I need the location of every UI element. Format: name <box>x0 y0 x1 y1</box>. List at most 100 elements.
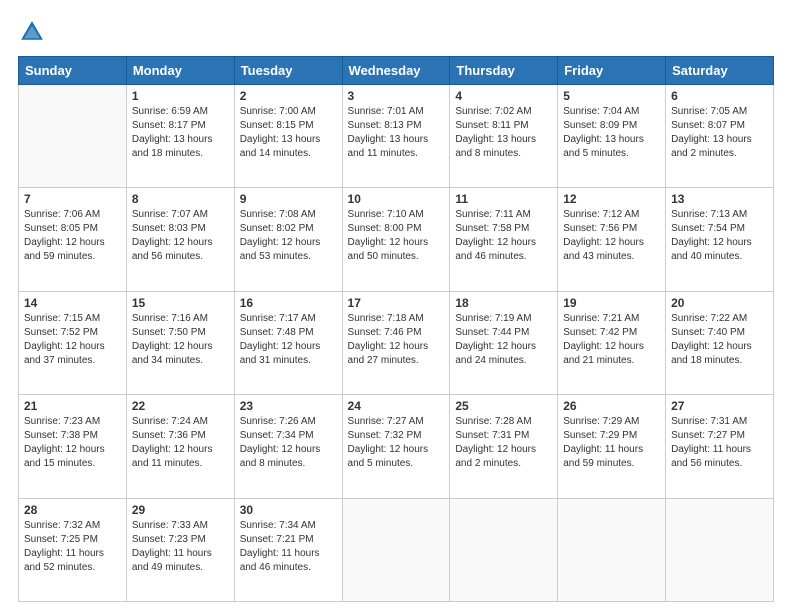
day-number: 14 <box>24 296 121 310</box>
calendar-header-friday: Friday <box>558 57 666 85</box>
calendar-week-5: 28 Sunrise: 7:32 AM Sunset: 7:25 PM Dayli… <box>19 498 774 601</box>
day-number: 6 <box>671 89 768 103</box>
day-number: 12 <box>563 192 660 206</box>
day-number: 25 <box>455 399 552 413</box>
calendar-cell: 11 Sunrise: 7:11 AM Sunset: 7:58 PM Dayli… <box>450 188 558 291</box>
calendar-header-monday: Monday <box>126 57 234 85</box>
day-number: 3 <box>348 89 445 103</box>
day-info: Sunrise: 7:26 AM Sunset: 7:34 PM Dayligh… <box>240 415 337 471</box>
calendar-cell <box>19 85 127 188</box>
day-info: Sunrise: 7:15 AM Sunset: 7:52 PM Dayligh… <box>24 312 121 368</box>
day-info: Sunrise: 7:17 AM Sunset: 7:48 PM Dayligh… <box>240 312 337 368</box>
day-info: Sunrise: 7:10 AM Sunset: 8:00 PM Dayligh… <box>348 208 445 264</box>
calendar-cell: 4 Sunrise: 7:02 AM Sunset: 8:11 PM Daylig… <box>450 85 558 188</box>
day-info: Sunrise: 7:04 AM Sunset: 8:09 PM Dayligh… <box>563 105 660 161</box>
day-info: Sunrise: 7:24 AM Sunset: 7:36 PM Dayligh… <box>132 415 229 471</box>
calendar-header-sunday: Sunday <box>19 57 127 85</box>
logo-icon <box>18 18 46 46</box>
calendar-header-tuesday: Tuesday <box>234 57 342 85</box>
day-number: 19 <box>563 296 660 310</box>
day-info: Sunrise: 7:07 AM Sunset: 8:03 PM Dayligh… <box>132 208 229 264</box>
calendar-header-saturday: Saturday <box>666 57 774 85</box>
day-info: Sunrise: 7:33 AM Sunset: 7:23 PM Dayligh… <box>132 519 229 575</box>
calendar-cell: 16 Sunrise: 7:17 AM Sunset: 7:48 PM Dayli… <box>234 291 342 394</box>
calendar-cell <box>450 498 558 601</box>
calendar-week-1: 1 Sunrise: 6:59 AM Sunset: 8:17 PM Daylig… <box>19 85 774 188</box>
day-info: Sunrise: 7:31 AM Sunset: 7:27 PM Dayligh… <box>671 415 768 471</box>
day-number: 30 <box>240 503 337 517</box>
calendar-cell: 10 Sunrise: 7:10 AM Sunset: 8:00 PM Dayli… <box>342 188 450 291</box>
calendar-cell: 24 Sunrise: 7:27 AM Sunset: 7:32 PM Dayli… <box>342 395 450 498</box>
day-number: 4 <box>455 89 552 103</box>
day-info: Sunrise: 7:34 AM Sunset: 7:21 PM Dayligh… <box>240 519 337 575</box>
day-number: 16 <box>240 296 337 310</box>
day-info: Sunrise: 7:08 AM Sunset: 8:02 PM Dayligh… <box>240 208 337 264</box>
calendar-header-wednesday: Wednesday <box>342 57 450 85</box>
calendar-cell: 20Sunrise: 7:22 AM Sunset: 7:40 PM Dayli… <box>666 291 774 394</box>
day-number: 27 <box>671 399 768 413</box>
header <box>18 18 774 46</box>
calendar-cell <box>342 498 450 601</box>
day-info: Sunrise: 7:13 AM Sunset: 7:54 PM Dayligh… <box>671 208 768 264</box>
calendar-header-thursday: Thursday <box>450 57 558 85</box>
day-info: Sunrise: 7:21 AM Sunset: 7:42 PM Dayligh… <box>563 312 660 368</box>
day-info: Sunrise: 7:27 AM Sunset: 7:32 PM Dayligh… <box>348 415 445 471</box>
calendar-header-row: SundayMondayTuesdayWednesdayThursdayFrid… <box>19 57 774 85</box>
day-number: 10 <box>348 192 445 206</box>
day-number: 13 <box>671 192 768 206</box>
day-info: Sunrise: 7:00 AM Sunset: 8:15 PM Dayligh… <box>240 105 337 161</box>
calendar-week-4: 21Sunrise: 7:23 AM Sunset: 7:38 PM Dayli… <box>19 395 774 498</box>
day-number: 24 <box>348 399 445 413</box>
day-number: 18 <box>455 296 552 310</box>
calendar-cell: 30 Sunrise: 7:34 AM Sunset: 7:21 PM Dayli… <box>234 498 342 601</box>
calendar-cell: 18 Sunrise: 7:19 AM Sunset: 7:44 PM Dayli… <box>450 291 558 394</box>
calendar-cell: 26Sunrise: 7:29 AM Sunset: 7:29 PM Dayli… <box>558 395 666 498</box>
calendar-cell: 1 Sunrise: 6:59 AM Sunset: 8:17 PM Daylig… <box>126 85 234 188</box>
day-info: Sunrise: 7:11 AM Sunset: 7:58 PM Dayligh… <box>455 208 552 264</box>
calendar-cell: 9Sunrise: 7:08 AM Sunset: 8:02 PM Daylig… <box>234 188 342 291</box>
calendar-cell: 14 Sunrise: 7:15 AM Sunset: 7:52 PM Dayli… <box>19 291 127 394</box>
day-number: 23 <box>240 399 337 413</box>
calendar-cell: 6 Sunrise: 7:05 AM Sunset: 8:07 PM Daylig… <box>666 85 774 188</box>
day-info: Sunrise: 7:16 AM Sunset: 7:50 PM Dayligh… <box>132 312 229 368</box>
calendar-cell <box>558 498 666 601</box>
calendar-cell: 29Sunrise: 7:33 AM Sunset: 7:23 PM Dayli… <box>126 498 234 601</box>
day-number: 28 <box>24 503 121 517</box>
day-info: Sunrise: 7:02 AM Sunset: 8:11 PM Dayligh… <box>455 105 552 161</box>
day-number: 8 <box>132 192 229 206</box>
calendar-cell: 2 Sunrise: 7:00 AM Sunset: 8:15 PM Daylig… <box>234 85 342 188</box>
calendar-cell: 8 Sunrise: 7:07 AM Sunset: 8:03 PM Daylig… <box>126 188 234 291</box>
calendar-cell: 28 Sunrise: 7:32 AM Sunset: 7:25 PM Dayli… <box>19 498 127 601</box>
calendar-cell: 3Sunrise: 7:01 AM Sunset: 8:13 PM Daylig… <box>342 85 450 188</box>
calendar-cell: 21Sunrise: 7:23 AM Sunset: 7:38 PM Dayli… <box>19 395 127 498</box>
day-info: Sunrise: 7:28 AM Sunset: 7:31 PM Dayligh… <box>455 415 552 471</box>
day-number: 2 <box>240 89 337 103</box>
day-number: 7 <box>24 192 121 206</box>
day-number: 11 <box>455 192 552 206</box>
day-number: 17 <box>348 296 445 310</box>
calendar-cell: 15Sunrise: 7:16 AM Sunset: 7:50 PM Dayli… <box>126 291 234 394</box>
day-info: Sunrise: 7:23 AM Sunset: 7:38 PM Dayligh… <box>24 415 121 471</box>
page: SundayMondayTuesdayWednesdayThursdayFrid… <box>0 0 792 612</box>
day-number: 26 <box>563 399 660 413</box>
day-info: Sunrise: 7:05 AM Sunset: 8:07 PM Dayligh… <box>671 105 768 161</box>
day-info: Sunrise: 7:06 AM Sunset: 8:05 PM Dayligh… <box>24 208 121 264</box>
calendar-cell <box>666 498 774 601</box>
calendar-week-2: 7 Sunrise: 7:06 AM Sunset: 8:05 PM Daylig… <box>19 188 774 291</box>
calendar-cell: 5 Sunrise: 7:04 AM Sunset: 8:09 PM Daylig… <box>558 85 666 188</box>
day-info: Sunrise: 7:12 AM Sunset: 7:56 PM Dayligh… <box>563 208 660 264</box>
calendar-cell: 19 Sunrise: 7:21 AM Sunset: 7:42 PM Dayli… <box>558 291 666 394</box>
day-info: Sunrise: 6:59 AM Sunset: 8:17 PM Dayligh… <box>132 105 229 161</box>
calendar-cell: 17 Sunrise: 7:18 AM Sunset: 7:46 PM Dayli… <box>342 291 450 394</box>
calendar-cell: 22Sunrise: 7:24 AM Sunset: 7:36 PM Dayli… <box>126 395 234 498</box>
logo <box>18 18 50 46</box>
day-number: 1 <box>132 89 229 103</box>
calendar-table: SundayMondayTuesdayWednesdayThursdayFrid… <box>18 56 774 602</box>
calendar-cell: 25 Sunrise: 7:28 AM Sunset: 7:31 PM Dayli… <box>450 395 558 498</box>
day-info: Sunrise: 7:18 AM Sunset: 7:46 PM Dayligh… <box>348 312 445 368</box>
calendar-cell: 7 Sunrise: 7:06 AM Sunset: 8:05 PM Daylig… <box>19 188 127 291</box>
day-number: 20 <box>671 296 768 310</box>
day-info: Sunrise: 7:32 AM Sunset: 7:25 PM Dayligh… <box>24 519 121 575</box>
day-info: Sunrise: 7:19 AM Sunset: 7:44 PM Dayligh… <box>455 312 552 368</box>
day-number: 5 <box>563 89 660 103</box>
